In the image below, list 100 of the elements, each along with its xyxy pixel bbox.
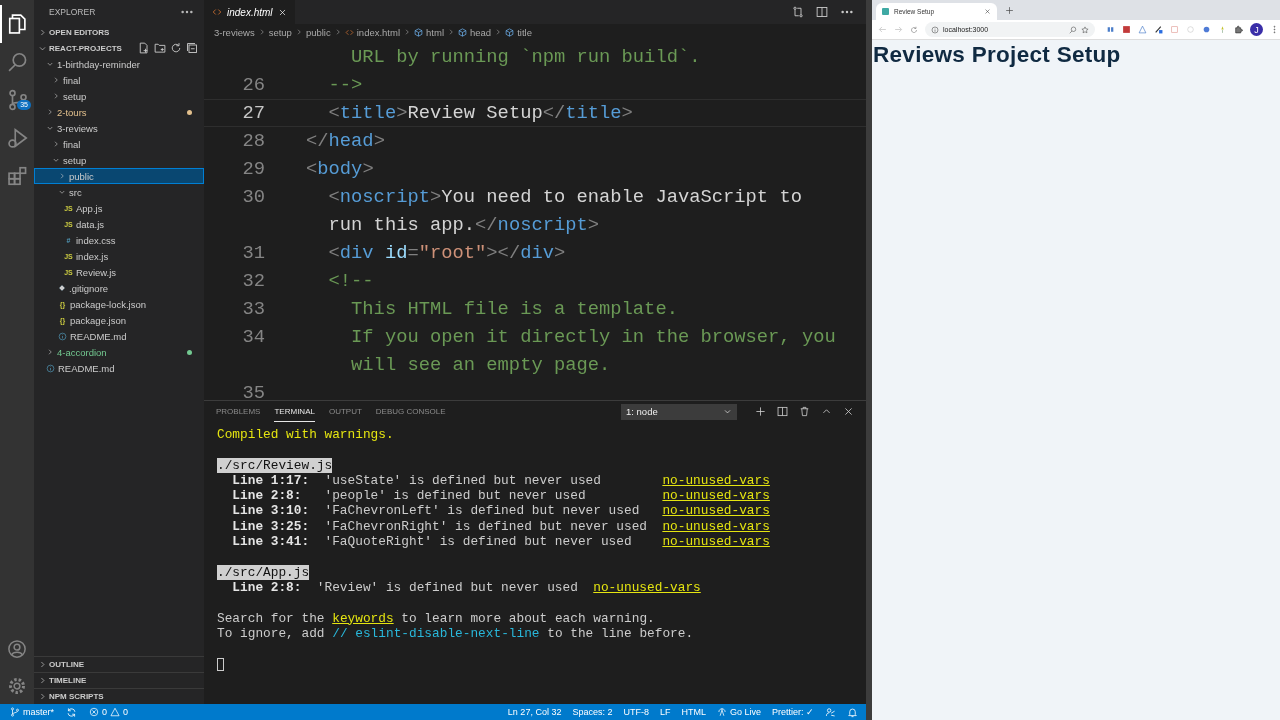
line-number: 33 — [241, 298, 265, 320]
status-item[interactable]: Prettier: ✓ — [772, 707, 814, 717]
chevron-icon — [494, 28, 503, 36]
html-file-icon — [344, 27, 354, 37]
terminal-select[interactable]: 1: node — [621, 403, 737, 420]
file-path: ./src/Review.js — [217, 457, 333, 473]
tree-item[interactable]: setup — [34, 88, 204, 104]
trash-icon[interactable] — [799, 406, 810, 417]
line-number: 30 — [241, 186, 265, 208]
code-line: <div id="root"></div> — [327, 242, 566, 264]
refresh-icon[interactable] — [170, 42, 182, 54]
line-number: 27 — [241, 102, 265, 124]
status-item[interactable]: LF — [659, 707, 671, 717]
compare-icon[interactable] — [792, 6, 804, 18]
run-debug-icon[interactable] — [7, 127, 29, 149]
status-item[interactable]: Ln 27, Col 32 — [507, 707, 562, 717]
split-terminal-icon[interactable] — [777, 406, 788, 417]
code-line: <noscript>You need to enable JavaScript to — [327, 186, 802, 208]
status-item[interactable]: UTF-8 — [623, 707, 649, 717]
keyword-link[interactable]: keywords — [332, 610, 394, 626]
account-icon[interactable] — [7, 638, 27, 659]
search-icon[interactable] — [7, 51, 29, 73]
extensions-icon[interactable] — [7, 165, 29, 187]
new-folder-icon[interactable] — [154, 42, 166, 54]
terminal-line: Line 3:41: 'FaQuoteRight' is defined but never used no-unused-vars — [231, 534, 771, 550]
panel-tab[interactable]: PROBLEMS — [216, 401, 261, 422]
status-item[interactable]: Spaces: 2 — [572, 707, 613, 717]
tree-item[interactable]: 3-reviews — [34, 120, 204, 136]
tree-item[interactable]: setup — [34, 152, 204, 168]
tree-item[interactable]: README.md — [34, 328, 204, 344]
error-icon — [89, 707, 99, 717]
go-live-button[interactable]: Go Live — [716, 707, 761, 717]
status-item[interactable]: HTML — [681, 707, 706, 717]
code-line: </head> — [306, 130, 385, 152]
section-header[interactable]: TIMELINE — [34, 672, 204, 688]
line-number: 31 — [241, 242, 265, 264]
breadcrumb-item[interactable]: title — [505, 26, 532, 38]
terminal-cursor — [217, 657, 224, 671]
code-line: will see an empty page. — [350, 354, 611, 376]
puzzle-icon[interactable] — [1234, 25, 1243, 34]
new-file-icon[interactable] — [138, 42, 150, 54]
tree-item[interactable]: src — [34, 184, 204, 200]
section-header[interactable]: OUTLINE — [34, 656, 204, 672]
menu-icon[interactable] — [1270, 25, 1279, 34]
terminal-line: To ignore, add // eslint-disable-next-line to the line before. — [217, 625, 694, 641]
chevron-icon — [403, 28, 412, 36]
tree-item[interactable]: README.md — [34, 360, 204, 376]
cube-icon — [414, 27, 424, 37]
collapse-icon[interactable] — [186, 42, 198, 54]
profile-avatar[interactable]: J — [1250, 23, 1263, 36]
section-header[interactable]: REACT-PROJECTS — [34, 40, 204, 56]
extension-icon[interactable] — [1122, 25, 1131, 34]
explorer-icon[interactable] — [7, 13, 29, 35]
file-path: ./src/App.js — [217, 564, 310, 580]
breadcrumb-item[interactable]: public — [305, 26, 331, 38]
extension-icon[interactable] — [1106, 25, 1115, 34]
panel-tab[interactable]: TERMINAL — [274, 401, 315, 422]
section-header[interactable]: OPEN EDITORS — [34, 24, 204, 40]
close-icon[interactable] — [277, 7, 287, 17]
cube-icon — [505, 27, 515, 37]
tree-item[interactable]: 1-birthday-reminder — [34, 56, 204, 72]
problems-indicator[interactable]: 0 0 — [89, 707, 129, 717]
new-tab-icon[interactable] — [1005, 5, 1014, 15]
pen-icon[interactable] — [1154, 25, 1163, 34]
breadcrumb-item[interactable]: setup — [268, 26, 292, 38]
sync-icon[interactable] — [66, 706, 77, 718]
code-line: URL by running `npm run build`. — [350, 46, 701, 68]
tree-item[interactable]: 2-tours — [34, 104, 204, 120]
tree-item[interactable]: final — [34, 136, 204, 152]
tree-item[interactable]: 4-accordion — [34, 344, 204, 360]
new-terminal-icon[interactable] — [755, 406, 766, 417]
tree-item[interactable]: final — [34, 72, 204, 88]
code-line: This HTML file is a template. — [350, 298, 678, 320]
panel-tab[interactable]: OUTPUT — [328, 401, 362, 422]
code-line: <body> — [306, 158, 374, 180]
breadcrumb-item[interactable]: head — [458, 26, 492, 38]
editor-tab[interactable]: index.html — [204, 0, 295, 24]
split-editor-icon[interactable] — [816, 6, 828, 18]
tree-item[interactable]: .gitignore — [34, 280, 204, 296]
triangle-icon[interactable] — [1138, 25, 1147, 34]
star-icon[interactable] — [1081, 25, 1089, 34]
line-number: 29 — [241, 158, 265, 180]
panel-tab[interactable]: DEBUG CONSOLE — [375, 401, 446, 422]
close-icon[interactable] — [843, 406, 854, 417]
tree-item[interactable]: public — [34, 168, 204, 184]
line-number: 34 — [241, 326, 265, 348]
branch-indicator[interactable]: master* — [10, 707, 54, 717]
info-icon — [58, 331, 67, 341]
source-control-icon[interactable] — [7, 89, 29, 111]
feedback-icon[interactable] — [825, 706, 836, 718]
line-number: 26 — [241, 74, 265, 96]
breadcrumb-item[interactable]: index.html — [344, 26, 401, 38]
breadcrumb-item[interactable]: html — [414, 26, 444, 38]
breadcrumb-item[interactable]: 3-reviews — [214, 26, 255, 38]
settings-icon[interactable] — [7, 675, 27, 696]
html-file-icon — [212, 7, 222, 17]
search-icon[interactable] — [1069, 25, 1077, 34]
line-number: 35 — [241, 382, 265, 400]
code-line: If you open it directly in the browser, you — [350, 326, 836, 348]
bell-icon[interactable] — [847, 706, 858, 718]
